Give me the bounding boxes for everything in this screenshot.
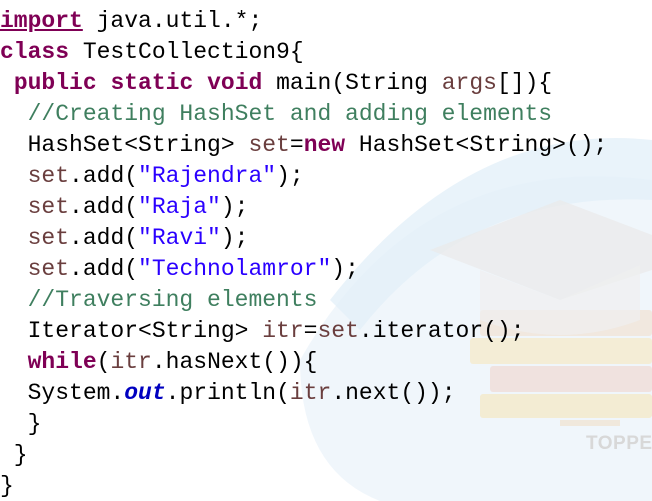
code-text: HashSet<String> xyxy=(27,132,249,158)
code-line-7: set.add("Raja"); xyxy=(0,192,607,223)
code-text: } xyxy=(0,442,28,468)
string-literal: "Rajendra" xyxy=(138,163,277,189)
code-text: .add( xyxy=(69,225,139,251)
code-text: = xyxy=(289,132,304,158)
keyword: new xyxy=(303,132,346,158)
code-line-15: } xyxy=(0,440,607,471)
keyword: void xyxy=(207,70,263,96)
variable: set xyxy=(27,256,70,282)
keyword: while xyxy=(27,349,97,375)
variable: args xyxy=(441,70,497,96)
variable: set xyxy=(27,194,70,220)
keyword: public xyxy=(13,70,97,96)
code-text: .iterator(); xyxy=(358,318,525,344)
code-line-6: set.add("Rajendra"); xyxy=(0,161,607,192)
variable: itr xyxy=(289,380,332,406)
code-text: TestCollection9{ xyxy=(69,39,304,65)
code-text: java.util.*; xyxy=(82,8,263,34)
code-text: ); xyxy=(220,225,249,251)
code-text: ); xyxy=(276,163,304,189)
code-text: System. xyxy=(27,380,125,406)
variable: itr xyxy=(262,318,304,344)
code-text: } xyxy=(0,411,42,437)
code-text: .hasNext()){ xyxy=(151,349,318,375)
string-literal: "Raja" xyxy=(138,194,221,220)
code-line-4: //Creating HashSet and adding elements xyxy=(0,99,607,130)
variable: itr xyxy=(110,349,152,375)
code-text: .add( xyxy=(69,256,139,282)
code-line-5: HashSet<String> set=new HashSet<String>(… xyxy=(0,130,608,161)
code-text: .next()); xyxy=(331,380,456,406)
code-line-9: set.add("Technolamror"); xyxy=(0,254,607,285)
variable: set xyxy=(248,132,290,158)
code-line-16: } xyxy=(0,471,607,501)
code-text: .println( xyxy=(165,380,290,406)
comment: //Traversing elements xyxy=(27,287,318,313)
variable: set xyxy=(27,225,70,251)
code-text: = xyxy=(303,318,318,344)
keyword: static xyxy=(110,70,194,96)
string-literal: "Technolamror" xyxy=(138,256,332,282)
code-line-2: class TestCollection9{ xyxy=(0,37,607,68)
comment: //Creating HashSet and adding elements xyxy=(27,101,553,127)
keyword: import xyxy=(0,8,83,34)
code-text: .add( xyxy=(69,163,139,189)
static-field: out xyxy=(124,380,166,406)
code-line-12: while(itr.hasNext()){ xyxy=(0,347,607,378)
code-text: ( xyxy=(96,349,111,375)
code-text: } xyxy=(0,473,14,499)
code-line-10: //Traversing elements xyxy=(0,285,607,316)
code-line-3: public static void main(String args[]){ xyxy=(0,68,607,99)
code-text: .add( xyxy=(69,194,139,220)
code-text: main(String xyxy=(262,70,442,96)
code-text: []){ xyxy=(496,70,553,96)
code-line-14: } xyxy=(0,409,607,440)
code-text: HashSet<String>(); xyxy=(345,132,608,158)
code-line-13: System.out.println(itr.next()); xyxy=(0,378,607,409)
keyword: class xyxy=(0,39,70,65)
code-screenshot: TOPPERV import java.util.*;class TestCol… xyxy=(0,0,652,501)
code-line-8: set.add("Ravi"); xyxy=(0,223,607,254)
code-text: ); xyxy=(220,194,249,220)
variable: set xyxy=(317,318,359,344)
code-line-11: Iterator<String> itr=set.iterator(); xyxy=(0,316,607,347)
java-code-block: import java.util.*; class TestCollection9… xyxy=(0,0,607,501)
string-literal: "Ravi" xyxy=(138,225,221,251)
variable: set xyxy=(27,163,70,189)
code-text: ); xyxy=(331,256,359,282)
code-text: Iterator<String> xyxy=(27,318,263,344)
code-line-1: import java.util.*; xyxy=(0,6,607,37)
